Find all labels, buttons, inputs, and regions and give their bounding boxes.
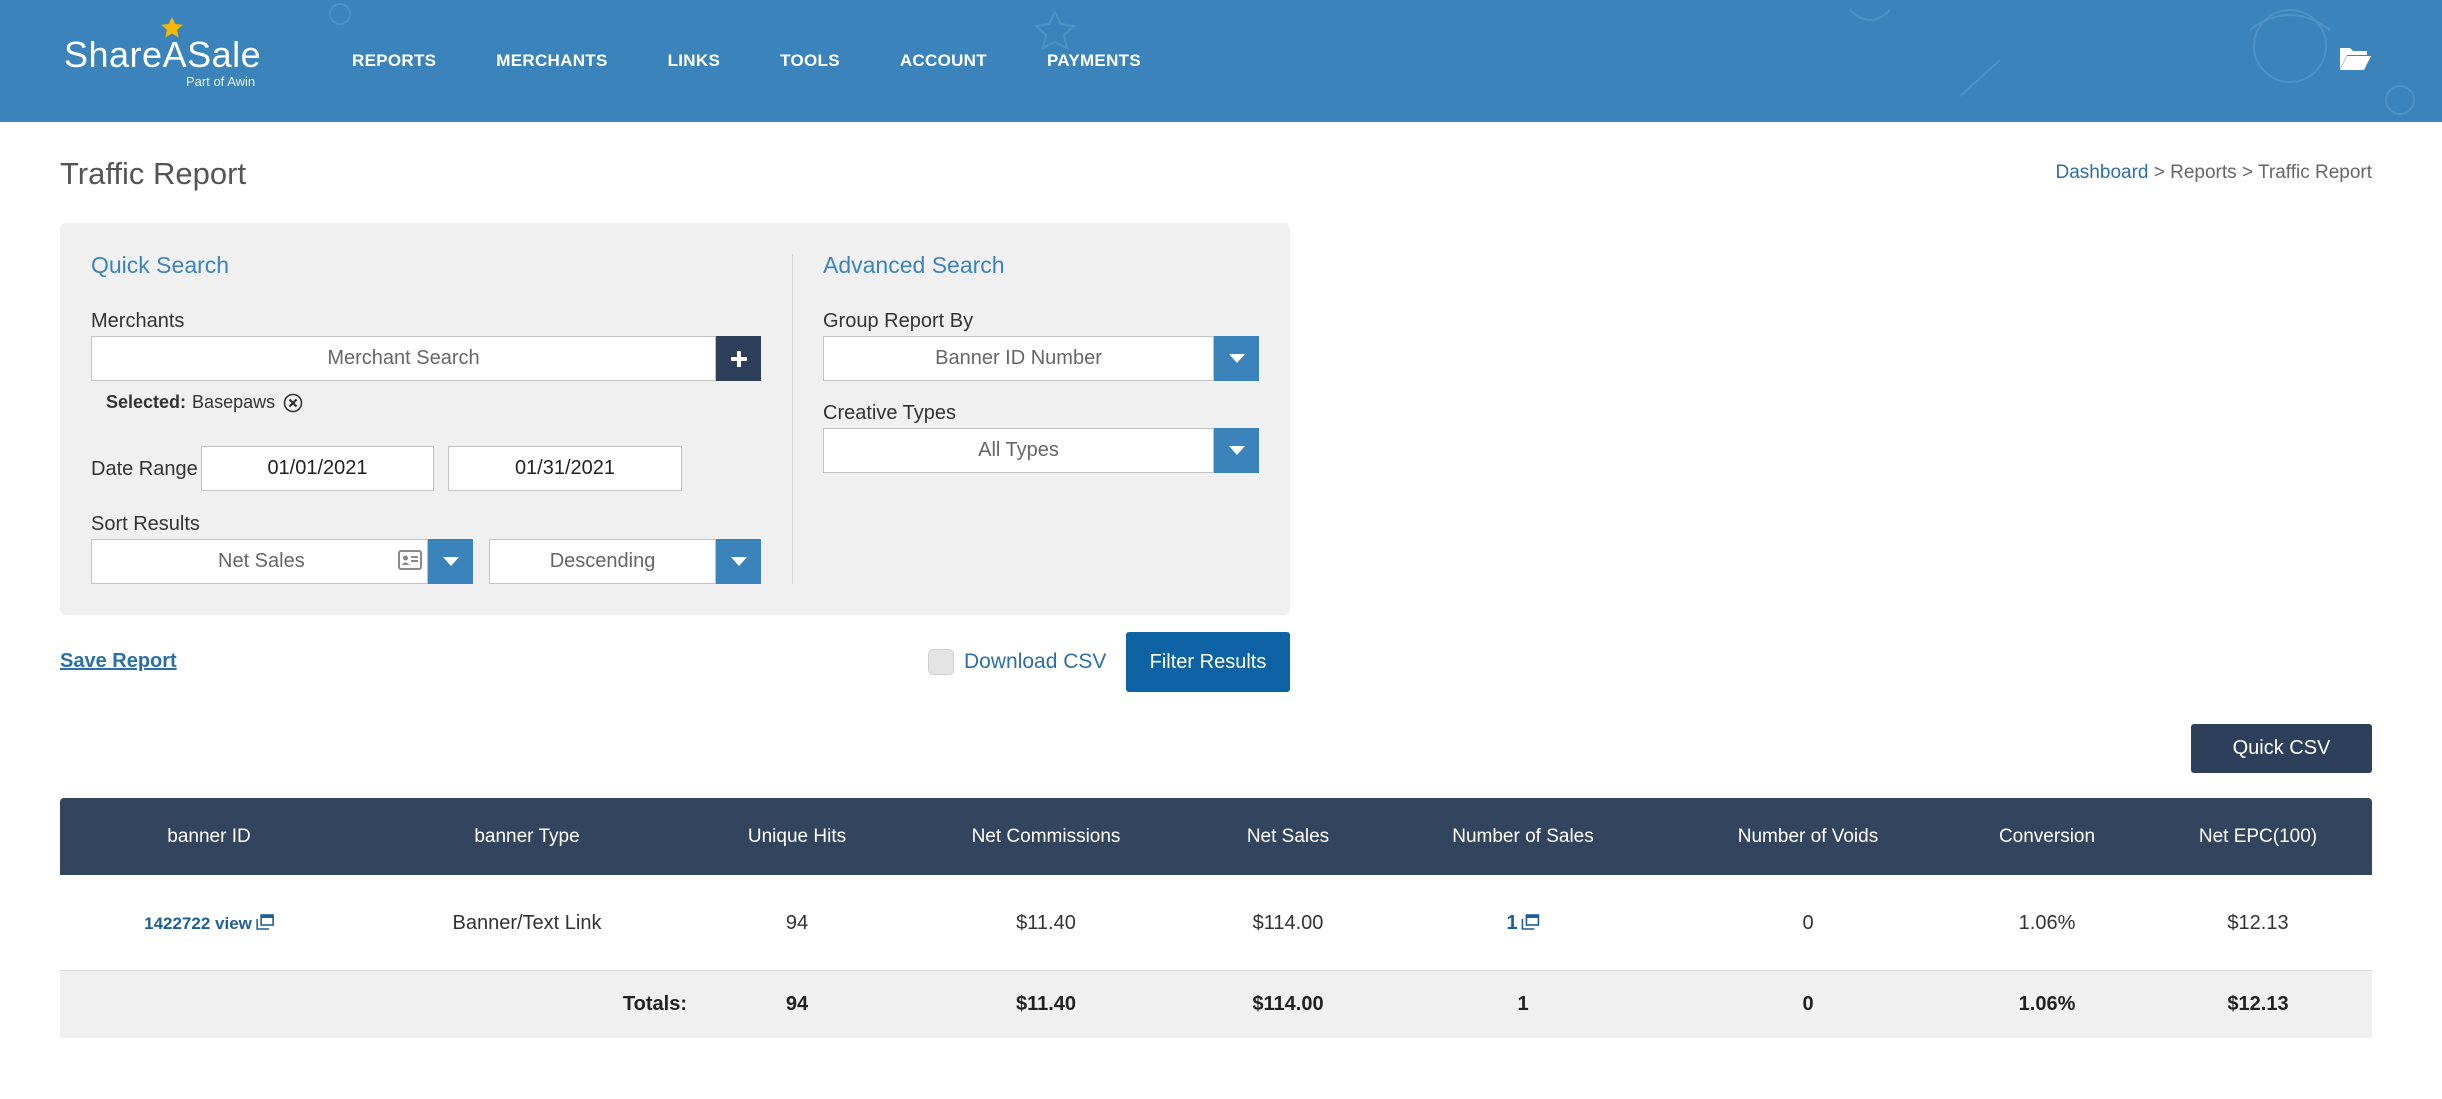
- merchant-search-input[interactable]: Merchant Search: [91, 336, 716, 381]
- advanced-search-title: Advanced Search: [823, 252, 1005, 278]
- nav-links[interactable]: LINKS: [668, 51, 721, 71]
- creative-types-label: Creative Types: [823, 402, 957, 424]
- table-header: banner ID banner Type Unique Hits Net Co…: [60, 798, 2372, 875]
- download-csv-checkbox[interactable]: [928, 649, 954, 675]
- plus-icon: [730, 350, 747, 367]
- group-report-by-label: Group Report By: [823, 310, 974, 332]
- col-banner-type[interactable]: banner Type: [474, 798, 579, 875]
- col-net-epc[interactable]: Net EPC(100): [2199, 798, 2317, 875]
- add-merchant-button[interactable]: [716, 336, 761, 381]
- remove-merchant-icon[interactable]: [283, 393, 303, 413]
- breadcrumb-dashboard-link[interactable]: Dashboard: [2056, 162, 2149, 183]
- banner-id-link[interactable]: 1422722 view: [144, 914, 252, 933]
- nav-tools[interactable]: TOOLS: [780, 51, 840, 71]
- cell-net-epc: $12.13: [2227, 912, 2289, 934]
- cell-number-of-voids: 0: [1802, 912, 1814, 934]
- selected-merchant: Selected: Basepaws: [106, 392, 303, 413]
- caret-down-icon: [1228, 445, 1245, 455]
- quick-csv-button[interactable]: Quick CSV: [2191, 724, 2372, 773]
- total-net-epc: $12.13: [2227, 993, 2289, 1015]
- col-number-of-sales[interactable]: Number of Sales: [1452, 798, 1594, 875]
- panel-divider: [792, 254, 793, 584]
- number-of-sales-link[interactable]: 1: [1506, 912, 1517, 934]
- date-range-label: Date Range: [91, 458, 198, 480]
- col-conversion[interactable]: Conversion: [1999, 798, 2095, 875]
- col-net-commissions[interactable]: Net Commissions: [972, 798, 1121, 875]
- merchants-label: Merchants: [91, 310, 185, 332]
- traffic-report-table: banner ID banner Type Unique Hits Net Co…: [60, 798, 2372, 1038]
- total-unique-hits: 94: [785, 993, 809, 1015]
- caret-down-icon: [442, 556, 459, 566]
- caret-down-icon: [730, 556, 747, 566]
- selected-label: Selected:: [106, 392, 187, 412]
- new-window-icon[interactable]: [256, 914, 274, 930]
- total-number-of-voids: 0: [1802, 993, 1814, 1015]
- folder-open-icon[interactable]: [2338, 44, 2372, 72]
- sort-order-dropdown-button[interactable]: [716, 539, 761, 584]
- creative-types-dropdown-button[interactable]: [1214, 428, 1259, 473]
- main-nav: REPORTS MERCHANTS LINKS TOOLS ACCOUNT PA…: [352, 51, 1201, 71]
- contact-card-icon: [398, 550, 422, 570]
- cell-conversion: 1.06%: [2018, 912, 2076, 934]
- shareasale-logo[interactable]: ShareASale Part of Awin: [64, 17, 264, 90]
- logo-subtitle: Part of Awin: [186, 74, 256, 89]
- col-banner-id[interactable]: banner ID: [167, 798, 250, 875]
- sort-order-select[interactable]: Descending: [489, 539, 716, 584]
- cell-unique-hits: 94: [785, 912, 809, 934]
- breadcrumb-trail: > Reports > Traffic Report: [2148, 162, 2372, 183]
- logo-text: ShareASale: [64, 34, 262, 75]
- sort-field-dropdown-button[interactable]: [428, 539, 473, 584]
- quick-search-title: Quick Search: [91, 252, 230, 278]
- download-csv-label[interactable]: Download CSV: [964, 650, 1106, 674]
- page-title: Traffic Report: [60, 156, 247, 191]
- cell-banner-type: Banner/Text Link: [452, 912, 602, 934]
- cell-banner-id[interactable]: 1422722 view: [144, 875, 274, 971]
- col-number-of-voids[interactable]: Number of Voids: [1738, 798, 1878, 875]
- group-report-by-select[interactable]: Banner ID Number: [823, 336, 1214, 381]
- total-net-sales: $114.00: [1252, 993, 1324, 1015]
- sort-results-label: Sort Results: [91, 513, 200, 535]
- creative-types-select[interactable]: All Types: [823, 428, 1214, 473]
- date-start-input[interactable]: 01/01/2021: [201, 446, 434, 491]
- breadcrumb: Dashboard > Reports > Traffic Report: [2056, 162, 2372, 184]
- cell-net-commissions: $11.40: [1016, 912, 1076, 934]
- total-net-commissions: $11.40: [1015, 993, 1077, 1015]
- filter-results-button[interactable]: Filter Results: [1126, 632, 1290, 692]
- new-window-icon[interactable]: [1521, 914, 1540, 930]
- col-unique-hits[interactable]: Unique Hits: [748, 798, 846, 875]
- table-totals-row: Totals: 94 $11.40 $114.00 1 0 1.06% $12.…: [60, 971, 2372, 1038]
- group-report-dropdown-button[interactable]: [1214, 336, 1259, 381]
- totals-label: Totals:: [622, 993, 687, 1015]
- nav-account[interactable]: ACCOUNT: [900, 51, 987, 71]
- total-conversion: 1.06%: [2018, 993, 2076, 1015]
- save-report-link[interactable]: Save Report: [60, 650, 177, 673]
- table-row: 1422722 view Banner/Text Link 94 $11.40 …: [60, 875, 2372, 971]
- total-number-of-sales: 1: [1517, 993, 1529, 1015]
- caret-down-icon: [1228, 353, 1245, 363]
- sort-field-select[interactable]: Net Sales: [91, 539, 428, 584]
- top-navigation-bar: ShareASale Part of Awin REPORTS MERCHANT…: [0, 0, 2442, 122]
- nav-reports[interactable]: REPORTS: [352, 51, 436, 71]
- date-end-input[interactable]: 01/31/2021: [448, 446, 682, 491]
- nav-merchants[interactable]: MERCHANTS: [496, 51, 607, 71]
- col-net-sales[interactable]: Net Sales: [1247, 798, 1329, 875]
- cell-number-of-sales[interactable]: 1: [1506, 875, 1540, 971]
- cell-net-sales: $114.00: [1252, 912, 1324, 934]
- selected-merchant-name: Basepaws: [192, 392, 276, 412]
- nav-payments[interactable]: PAYMENTS: [1047, 51, 1141, 71]
